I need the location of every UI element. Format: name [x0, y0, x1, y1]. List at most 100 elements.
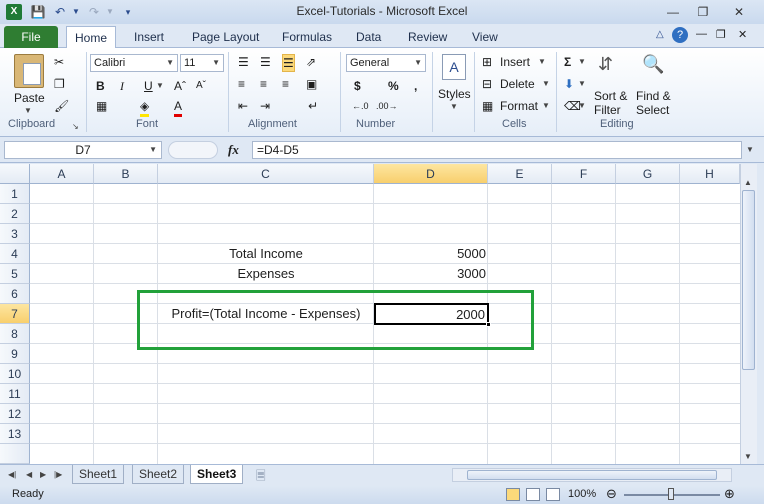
name-box[interactable]: D7 ▼	[4, 141, 162, 159]
scroll-up-icon[interactable]: ▲	[744, 178, 752, 187]
row-header-3[interactable]: 3	[0, 224, 30, 244]
workbook-minimize-icon[interactable]: —	[696, 28, 707, 40]
expand-formula-bar-icon[interactable]: ▼	[746, 145, 754, 154]
bold-button[interactable]: B	[96, 78, 105, 94]
paste-button[interactable]: Paste	[14, 90, 45, 106]
cell-d5[interactable]: 3000	[374, 264, 486, 284]
row-header-12[interactable]: 12	[0, 404, 30, 424]
zoom-slider-thumb[interactable]	[668, 488, 674, 500]
sheet-tab-1[interactable]: Sheet1	[72, 465, 125, 484]
cut-icon[interactable]: ✂	[54, 54, 64, 70]
font-name-combo[interactable]: Calibri ▼	[90, 54, 178, 72]
workbook-restore-icon[interactable]: ❐	[716, 28, 726, 41]
decrease-indent-icon[interactable]: ⇤	[238, 98, 248, 114]
column-header-f[interactable]: F	[552, 164, 616, 184]
row-header-6[interactable]: 6	[0, 284, 30, 304]
underline-button[interactable]: U	[144, 78, 153, 94]
insert-cells-dropdown-icon[interactable]: ▼	[538, 57, 546, 66]
zoom-level[interactable]: 100%	[568, 488, 596, 500]
format-cells-dropdown-icon[interactable]: ▼	[542, 101, 550, 110]
minimize-icon[interactable]: —	[660, 4, 686, 20]
paste-icon[interactable]	[14, 54, 44, 88]
page-break-view-icon[interactable]	[546, 488, 560, 501]
tab-insert[interactable]: Insert	[126, 26, 172, 48]
orientation-icon[interactable]: ⇗	[306, 54, 316, 70]
format-painter-icon[interactable]: 🖌	[54, 98, 69, 114]
italic-button[interactable]: I	[120, 78, 124, 94]
fill-color-icon[interactable]: ◈	[140, 98, 150, 117]
paste-dropdown-icon[interactable]: ▼	[24, 106, 32, 115]
horizontal-scrollbar[interactable]	[452, 468, 732, 482]
select-all-corner[interactable]	[0, 164, 30, 184]
format-cells-button[interactable]: Format	[500, 98, 538, 114]
insert-sheet-icon[interactable]: 🗏	[256, 467, 266, 488]
row-header-1[interactable]: 1	[0, 184, 30, 204]
tab-review[interactable]: Review	[400, 26, 455, 48]
fill-dropdown-icon[interactable]: ▼	[578, 79, 586, 88]
align-center-icon[interactable]: ≡	[260, 76, 267, 92]
formula-bar-splitter-icon[interactable]	[168, 141, 218, 159]
cell-c5[interactable]: Expenses	[158, 264, 374, 284]
wrap-text-icon[interactable]: ↵	[308, 98, 318, 114]
close-icon[interactable]: ✕	[726, 4, 752, 20]
currency-button[interactable]: $	[354, 78, 361, 94]
align-bottom-icon[interactable]: ☰	[282, 54, 295, 72]
row-header-14[interactable]	[0, 444, 30, 464]
styles-button[interactable]: Styles	[438, 86, 471, 102]
formula-input[interactable]: =D4-D5	[252, 141, 742, 159]
sheet-tab-3-active[interactable]: Sheet3	[190, 465, 244, 484]
scroll-thumb[interactable]	[742, 190, 755, 370]
tab-home[interactable]: Home	[66, 26, 117, 49]
row-header-13[interactable]: 13	[0, 424, 30, 444]
insert-cells-button[interactable]: Insert	[500, 54, 530, 70]
column-header-a[interactable]: A	[30, 164, 94, 184]
copy-icon[interactable]: ❐	[54, 76, 65, 92]
increase-decimal-icon[interactable]: ←.0	[352, 98, 369, 114]
normal-view-icon[interactable]	[506, 488, 520, 501]
row-header-9[interactable]: 9	[0, 344, 30, 364]
clear-dropdown-icon[interactable]: ▼	[578, 101, 586, 110]
align-left-icon[interactable]: ≡	[238, 76, 245, 92]
restore-icon[interactable]: ❐	[690, 4, 716, 20]
align-top-icon[interactable]: ☰	[238, 54, 249, 70]
tab-view[interactable]: View	[464, 26, 506, 48]
tab-data[interactable]: Data	[348, 26, 389, 48]
sheet-tab-2[interactable]: Sheet2	[132, 465, 185, 484]
row-header-5[interactable]: 5	[0, 264, 30, 284]
help-icon[interactable]: ?	[672, 27, 688, 43]
shrink-font-icon[interactable]: Aˇ	[196, 78, 206, 94]
number-format-combo[interactable]: General ▼	[346, 54, 426, 72]
comma-button[interactable]: ,	[414, 78, 417, 94]
find-select-icon[interactable]: 🔍	[642, 54, 664, 75]
row-header-10[interactable]: 10	[0, 364, 30, 384]
scroll-down-icon[interactable]: ▼	[744, 452, 752, 461]
insert-function-button[interactable]: fx	[228, 142, 239, 158]
delete-cells-icon[interactable]: ⊟	[482, 76, 492, 92]
zoom-in-icon[interactable]: ⊕	[724, 486, 735, 502]
page-layout-view-icon[interactable]	[526, 488, 540, 501]
column-header-g[interactable]: G	[616, 164, 680, 184]
workbook-close-icon[interactable]: ✕	[738, 28, 747, 41]
increase-indent-icon[interactable]: ⇥	[260, 98, 270, 114]
next-sheet-icon[interactable]: ▶	[40, 470, 46, 479]
column-header-c[interactable]: C	[158, 164, 374, 184]
file-tab[interactable]: File	[4, 26, 58, 48]
delete-cells-button[interactable]: Delete	[500, 76, 535, 92]
column-header-d[interactable]: D	[374, 164, 488, 184]
fill-icon[interactable]: ⬇	[564, 76, 574, 92]
row-header-11[interactable]: 11	[0, 384, 30, 404]
percent-button[interactable]: %	[388, 78, 399, 94]
align-right-icon[interactable]: ≡	[282, 76, 289, 92]
merge-center-icon[interactable]: ▣	[306, 76, 317, 92]
styles-icon[interactable]: A	[442, 54, 466, 80]
last-sheet-icon[interactable]: |▶	[54, 470, 62, 479]
grow-font-icon[interactable]: Aˆ	[174, 78, 186, 94]
clipboard-launcher-icon[interactable]: ↘	[72, 122, 79, 131]
column-header-b[interactable]: B	[94, 164, 158, 184]
autosum-dropdown-icon[interactable]: ▼	[578, 57, 586, 66]
sort-filter-button-line2[interactable]: Filter	[594, 102, 621, 118]
align-middle-icon[interactable]: ☰	[260, 54, 271, 70]
row-header-7[interactable]: 7	[0, 304, 30, 324]
column-header-e[interactable]: E	[488, 164, 552, 184]
row-header-4[interactable]: 4	[0, 244, 30, 264]
